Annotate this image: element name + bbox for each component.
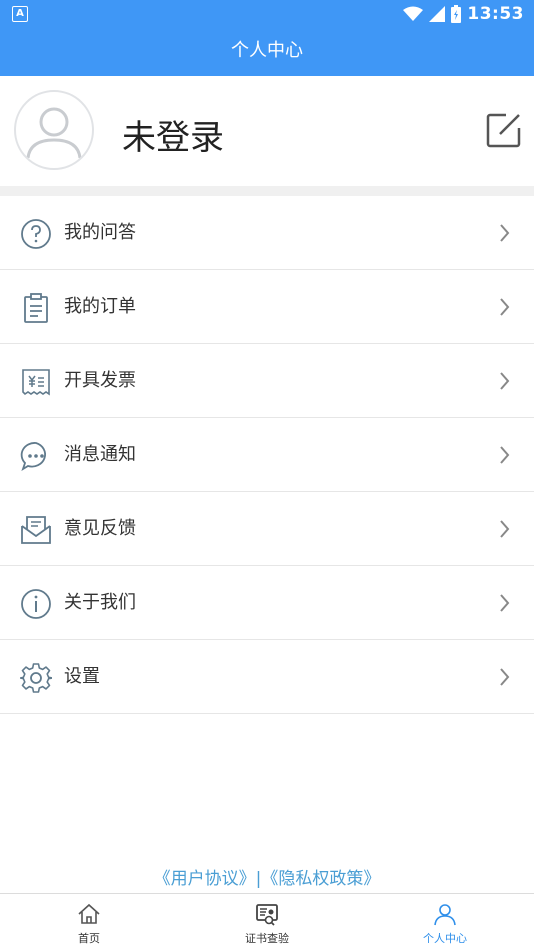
battery-icon [451, 5, 462, 23]
clipboard-icon [24, 293, 48, 323]
menu-item-label: 设置 [64, 666, 100, 687]
menu-item-invoice[interactable]: 开具发票 [0, 344, 534, 418]
chevron-right-icon [500, 372, 510, 390]
app-bar: 个人中心 [0, 28, 534, 76]
edit-profile-button[interactable] [486, 112, 522, 152]
edit-icon [486, 113, 521, 148]
person-icon [434, 904, 456, 926]
status-time: 13:53 [467, 4, 524, 24]
avatar[interactable] [14, 90, 94, 170]
default-avatar-icon [26, 107, 82, 159]
chevron-right-icon [500, 224, 510, 242]
section-divider [0, 186, 534, 196]
gear-icon [20, 663, 52, 693]
chevron-right-icon [500, 520, 510, 538]
signal-icon [429, 6, 446, 22]
status-icons: 13:53 [403, 3, 524, 25]
tab-label: 个人中心 [423, 932, 467, 945]
tab-label: 首页 [78, 932, 100, 945]
menu-item-about[interactable]: 关于我们 [0, 566, 534, 640]
chevron-right-icon [500, 446, 510, 464]
status-bar: A 13:53 [0, 0, 534, 28]
menu-item-label: 我的问答 [64, 222, 136, 243]
question-circle-icon [21, 219, 51, 249]
menu-list: 我的问答 我的订单 开具发票 消息通知 意见反馈 关于我们 设置 [0, 196, 534, 714]
bottom-tab-bar: 首页 证书查验 个人中心 [0, 893, 534, 951]
certificate-search-icon [256, 904, 278, 926]
receipt-icon [22, 369, 50, 396]
policy-links: 《用户协议》|《隐私权政策》 [0, 864, 534, 889]
home-icon [78, 903, 100, 924]
tab-home[interactable]: 首页 [0, 894, 178, 951]
page-title: 个人中心 [231, 40, 303, 61]
info-circle-icon [21, 589, 51, 619]
notification-a-icon: A [12, 6, 28, 22]
tab-certificate-check[interactable]: 证书查验 [178, 894, 356, 951]
username[interactable]: 未登录 [122, 110, 224, 159]
wifi-icon [403, 6, 424, 21]
profile-header[interactable]: 未登录 [0, 76, 534, 186]
menu-item-qa[interactable]: 我的问答 [0, 196, 534, 270]
menu-item-label: 开具发票 [64, 370, 136, 391]
chevron-right-icon [500, 298, 510, 316]
chat-bubble-icon [20, 442, 46, 472]
menu-item-feedback[interactable]: 意见反馈 [0, 492, 534, 566]
privacy-policy-link[interactable]: 《隐私权政策》 [261, 869, 380, 889]
menu-item-label: 意见反馈 [64, 518, 136, 539]
menu-item-notifications[interactable]: 消息通知 [0, 418, 534, 492]
tab-profile[interactable]: 个人中心 [356, 894, 534, 951]
chevron-right-icon [500, 668, 510, 686]
menu-item-label: 关于我们 [64, 592, 136, 613]
envelope-icon [21, 516, 51, 544]
user-agreement-link[interactable]: 《用户协议》 [154, 869, 256, 889]
tab-label: 证书查验 [245, 932, 289, 945]
menu-item-label: 消息通知 [64, 444, 136, 465]
menu-item-label: 我的订单 [64, 296, 136, 317]
menu-item-settings[interactable]: 设置 [0, 640, 534, 714]
menu-item-orders[interactable]: 我的订单 [0, 270, 534, 344]
chevron-right-icon [500, 594, 510, 612]
